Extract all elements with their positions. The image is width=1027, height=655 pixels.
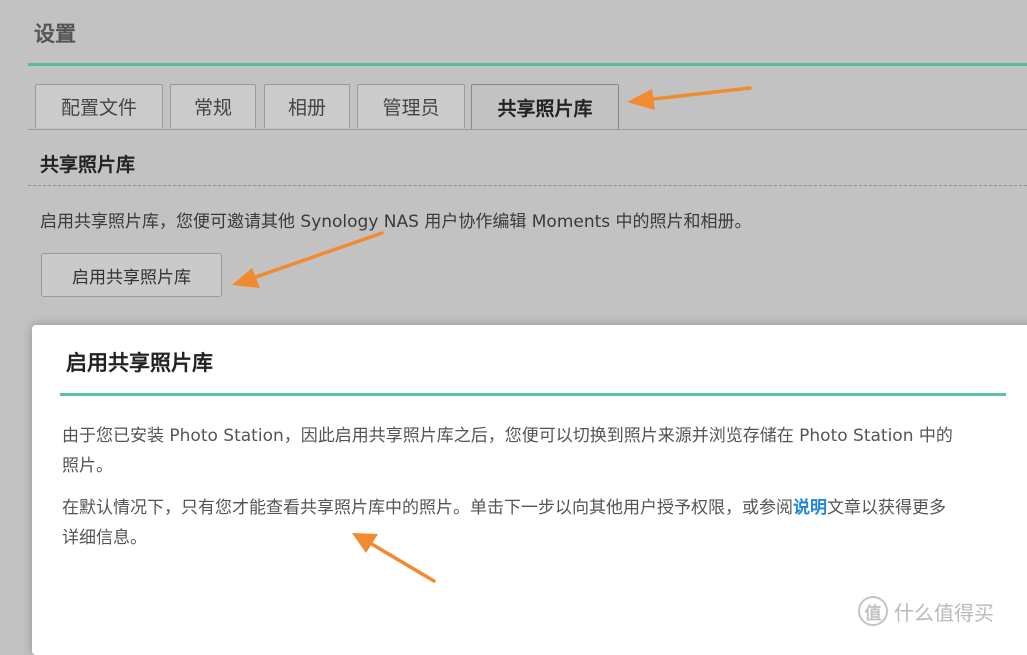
dialog-title-divider — [60, 393, 1006, 396]
dialog-paragraph-text-before: 在默认情况下，只有您才能查看共享照片库中的照片。单击下一步以向其他用户授予权限，… — [62, 498, 793, 518]
site-watermark: 值 什么值得买 — [858, 596, 994, 626]
tab-shared-photo-library[interactable]: 共享照片库 — [471, 84, 619, 130]
dialog-title: 启用共享照片库 — [66, 351, 213, 375]
tab-profile[interactable]: 配置文件 — [35, 84, 163, 128]
section-title: 共享照片库 — [40, 154, 136, 176]
dialog-paragraph-permissions: 在默认情况下，只有您才能查看共享照片库中的照片。单击下一步以向其他用户授予权限，… — [62, 493, 962, 553]
annotation-arrow-tab — [627, 86, 752, 110]
help-link[interactable]: 说明 — [793, 498, 827, 518]
annotation-arrow-button — [232, 231, 384, 288]
tab-administrator[interactable]: 管理员 — [357, 84, 465, 128]
title-divider — [28, 63, 1027, 66]
enable-shared-library-button[interactable]: 启用共享照片库 — [41, 253, 222, 297]
tab-bar-divider — [28, 129, 1027, 130]
watermark-text: 什么值得买 — [894, 600, 994, 625]
section-description: 启用共享照片库，您便可邀请其他 Synology NAS 用户协作编辑 Mome… — [40, 212, 752, 232]
tab-general[interactable]: 常规 — [170, 84, 256, 128]
tab-albums[interactable]: 相册 — [264, 84, 350, 128]
watermark-logo-icon: 值 — [858, 596, 888, 626]
settings-title: 设置 — [34, 22, 76, 46]
section-divider — [28, 185, 1027, 186]
dialog-paragraph-photo-station: 由于您已安装 Photo Station，因此启用共享照片库之后，您便可以切换到… — [62, 426, 953, 476]
